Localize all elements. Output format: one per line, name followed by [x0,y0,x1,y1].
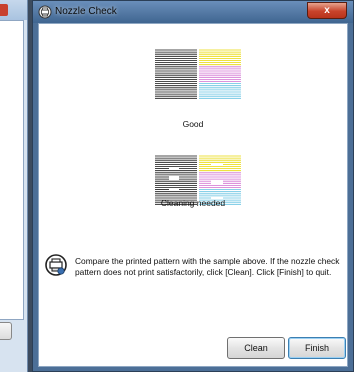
background-window-content [0,20,24,320]
clean-button[interactable]: Clean [227,337,285,359]
background-window [0,0,28,372]
close-button[interactable]: x [307,2,347,19]
cleaning-needed-pattern-caption: Cleaning needed [160,198,226,208]
good-pattern-sample [155,49,241,99]
background-window-button[interactable] [0,322,12,340]
good-pattern-caption: Good [182,119,204,129]
printer-info-icon [45,254,67,276]
printer-icon [38,5,52,19]
title-bar[interactable]: Nozzle Check x [33,1,353,23]
dialog-content: Good Cleaning needed Compare the printed… [38,23,348,367]
background-window-close-button[interactable] [0,4,8,16]
instruction-text: Compare the printed pattern with the sam… [75,256,340,277]
window-title: Nozzle Check [55,6,117,17]
nozzle-check-dialog: Nozzle Check x Good Cleaning needed Comp… [32,0,354,372]
finish-button[interactable]: Finish [288,337,346,359]
